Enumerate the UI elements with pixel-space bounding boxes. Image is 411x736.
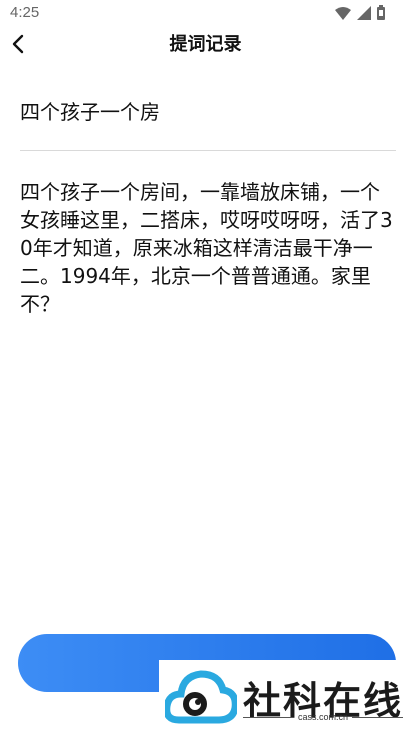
status-bar: 4:25 xyxy=(0,0,411,26)
site-domain: cass.com.cn xyxy=(298,712,349,722)
status-icons xyxy=(335,5,385,24)
site-logo-icon xyxy=(165,670,237,724)
page-title: 提词记录 xyxy=(169,34,242,55)
domain-rule-right xyxy=(352,716,404,718)
wifi-icon xyxy=(335,5,351,24)
record-title-input[interactable]: 四个孩子一个房 xyxy=(20,96,395,125)
divider xyxy=(20,150,396,151)
battery-icon xyxy=(377,5,385,24)
watermark: 社科在线 cass.com.cn xyxy=(159,660,411,736)
domain-rule-left xyxy=(243,716,294,718)
site-domain-row: cass.com.cn xyxy=(243,712,404,722)
app-bar: 提词记录 xyxy=(0,26,411,60)
teleprompter-record-screen: 4:25 提词记录 四个孩子一个房 四个孩子一个房间，一靠墙放床铺，一个女孩睡这… xyxy=(0,0,411,736)
signal-icon xyxy=(357,5,371,24)
status-time: 4:25 xyxy=(10,4,40,21)
script-text-area[interactable]: 四个孩子一个房间，一靠墙放床铺，一个女孩睡这里，二搭床，哎呀哎呀呀，活了30年才… xyxy=(20,178,398,318)
